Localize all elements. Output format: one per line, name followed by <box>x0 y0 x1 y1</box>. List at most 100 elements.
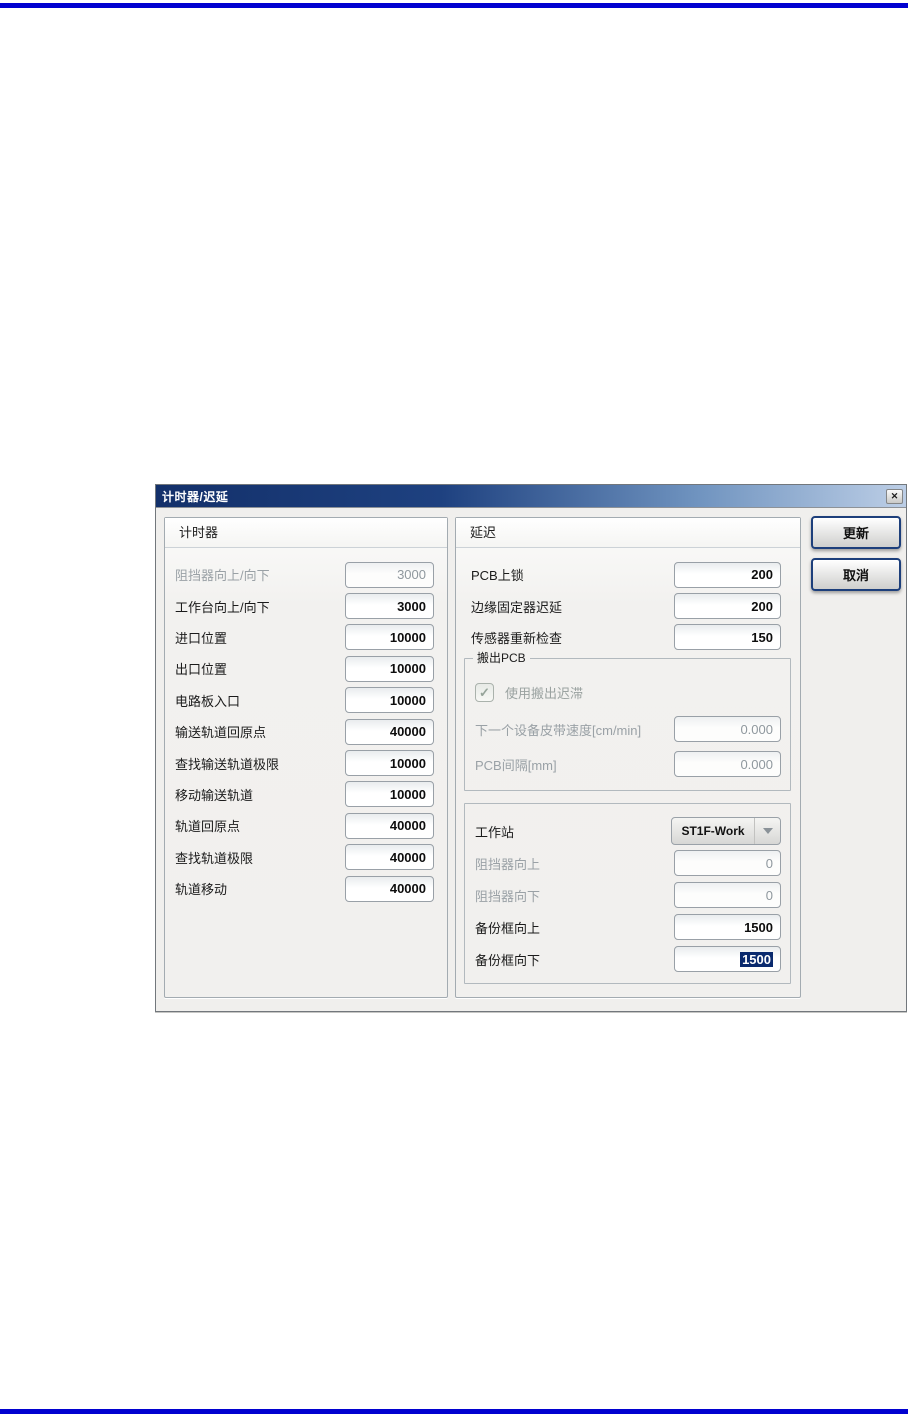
next-belt-speed-input: 0.000 <box>674 716 781 742</box>
inlet-position-input[interactable]: 10000 <box>345 624 434 651</box>
sensor-recheck-input[interactable]: 150 <box>674 624 781 651</box>
find-rail-limit-input[interactable]: 40000 <box>345 844 434 871</box>
field-label: 查找输送轨道极限 <box>175 756 280 772</box>
field-label: 移动输送轨道 <box>175 787 254 803</box>
field-label: 工作台向上/向下 <box>175 599 270 615</box>
timer-row: 查找输送轨道极限 10000 <box>175 747 434 778</box>
field-label: 备份框向上 <box>475 920 541 936</box>
field-value: 3000 <box>397 598 426 614</box>
timer-panel-title: 计时器 <box>165 518 447 548</box>
unload-row: PCB间隔[mm] 0.000 <box>475 751 781 777</box>
timer-delay-dialog: 计时器/迟延 ✕ 计时器 阻挡器向上/向下 3000 工作台向上/向下 3000… <box>155 484 907 1012</box>
pcb-gap-input: 0.000 <box>674 751 781 777</box>
field-value: 40000 <box>389 849 426 865</box>
field-label: PCB上锁 <box>471 568 524 584</box>
workstation-row: 工作站 ST1F-Work <box>475 817 781 845</box>
field-label: 进口位置 <box>175 630 228 646</box>
field-value: 0.000 <box>740 756 773 772</box>
field-value: 10000 <box>389 755 426 771</box>
field-value: 150 <box>751 629 773 645</box>
delay-row: PCB上锁 200 <box>471 559 781 590</box>
field-value: 40000 <box>389 724 426 740</box>
close-icon: ✕ <box>890 490 899 501</box>
station-row: 备份框向上 1500 <box>475 914 781 940</box>
timer-row: 输送轨道回原点 40000 <box>175 716 434 747</box>
unload-row: 下一个设备皮带速度[cm/min] 0.000 <box>475 716 781 742</box>
worktable-updown-input[interactable]: 3000 <box>345 593 434 620</box>
delay-rows: PCB上锁 200 边缘固定器迟延 200 传感器重新检查 150 <box>471 559 781 653</box>
update-button[interactable]: 更新 <box>811 516 901 549</box>
field-value: 0.000 <box>740 721 773 737</box>
field-label: 输送轨道回原点 <box>175 725 267 741</box>
backup-frame-up-input[interactable]: 1500 <box>674 914 781 940</box>
field-value: 0 <box>765 855 773 871</box>
checkbox-label: 使用搬出迟滞 <box>505 686 584 701</box>
timer-panel: 计时器 阻挡器向上/向下 3000 工作台向上/向下 3000 进口位置 100… <box>164 517 448 998</box>
timer-row: 电路板入口 10000 <box>175 685 434 716</box>
outlet-position-input[interactable]: 10000 <box>345 655 434 682</box>
field-label: 传感器重新检查 <box>471 630 563 646</box>
board-entry-input[interactable]: 10000 <box>345 687 434 714</box>
field-label: 阻挡器向上 <box>475 856 541 872</box>
field-value: 200 <box>751 598 773 614</box>
field-label: 边缘固定器迟延 <box>471 599 563 615</box>
dropdown-arrow-box <box>754 818 780 844</box>
station-row: 备份框向下 1500 <box>475 946 781 972</box>
field-label: 查找轨道极限 <box>175 850 254 866</box>
workstation-select[interactable]: ST1F-Work <box>671 817 781 845</box>
rail-home-input[interactable]: 40000 <box>345 812 434 839</box>
field-value: 10000 <box>389 661 426 677</box>
workstation-selected-value: ST1F-Work <box>681 824 745 838</box>
field-label: PCB间隔[mm] <box>475 757 557 773</box>
timer-row: 查找轨道极限 40000 <box>175 842 434 873</box>
page-top-rule <box>0 3 908 8</box>
conveyor-home-input[interactable]: 40000 <box>345 718 434 745</box>
delay-row: 传感器重新检查 150 <box>471 622 781 653</box>
field-value: 200 <box>751 567 773 583</box>
field-label: 备份框向下 <box>475 952 541 968</box>
field-value: 10000 <box>389 629 426 645</box>
dialog-titlebar: 计时器/迟延 ✕ <box>156 485 906 508</box>
field-value: 1500 <box>744 919 773 935</box>
stopper-updown-input: 3000 <box>345 561 434 588</box>
field-value: 0 <box>765 887 773 903</box>
delay-row: 边缘固定器迟延 200 <box>471 590 781 621</box>
close-button[interactable]: ✕ <box>886 488 903 504</box>
field-label: 轨道移动 <box>175 882 228 898</box>
check-icon: ✓ <box>479 684 490 700</box>
delay-panel: 延迟 PCB上锁 200 边缘固定器迟延 200 传感器重新检查 150 搬出P… <box>455 517 801 998</box>
unload-pcb-group-title: 搬出PCB <box>473 651 530 665</box>
field-label: 电路板入口 <box>175 693 241 709</box>
stopper-up-input: 0 <box>674 850 781 876</box>
field-label: 工作站 <box>475 824 515 840</box>
timer-row: 工作台向上/向下 3000 <box>175 590 434 621</box>
edge-clamp-delay-input[interactable]: 200 <box>674 593 781 620</box>
rail-move-input[interactable]: 40000 <box>345 875 434 902</box>
timer-row: 轨道回原点 40000 <box>175 810 434 841</box>
chevron-down-icon <box>762 828 773 834</box>
pcb-lock-input[interactable]: 200 <box>674 561 781 588</box>
field-label: 阻挡器向上/向下 <box>175 568 270 584</box>
delay-panel-title: 延迟 <box>456 518 800 548</box>
timer-row: 移动输送轨道 10000 <box>175 779 434 810</box>
field-label: 轨道回原点 <box>175 819 241 835</box>
dialog-body: 计时器 阻挡器向上/向下 3000 工作台向上/向下 3000 进口位置 100… <box>156 508 906 1013</box>
dialog-title: 计时器/迟延 <box>162 489 229 504</box>
station-row: 阻挡器向上 0 <box>475 850 781 876</box>
unload-pcb-group: 搬出PCB ✓ 使用搬出迟滞 下一个设备皮带速度[cm/min] 0.000 P… <box>464 651 791 791</box>
workstation-group: 工作站 ST1F-Work 阻挡器向上 0 阻挡器向下 0 备份框向上 1500… <box>464 803 791 984</box>
timer-rows: 阻挡器向上/向下 3000 工作台向上/向下 3000 进口位置 10000 出… <box>175 559 434 904</box>
cancel-button[interactable]: 取消 <box>811 558 901 591</box>
field-value: 40000 <box>389 881 426 897</box>
move-conveyor-input[interactable]: 10000 <box>345 781 434 808</box>
field-value: 40000 <box>389 818 426 834</box>
field-value: 3000 <box>397 567 426 583</box>
find-conveyor-limit-input[interactable]: 10000 <box>345 750 434 777</box>
use-unload-lag-checkbox: ✓ <box>475 683 494 702</box>
selected-field-value: 1500 <box>740 951 773 967</box>
timer-row: 阻挡器向上/向下 3000 <box>175 559 434 590</box>
timer-row: 轨道移动 40000 <box>175 873 434 904</box>
timer-row: 进口位置 10000 <box>175 622 434 653</box>
station-row: 阻挡器向下 0 <box>475 882 781 908</box>
backup-frame-down-input[interactable]: 1500 <box>674 946 781 972</box>
